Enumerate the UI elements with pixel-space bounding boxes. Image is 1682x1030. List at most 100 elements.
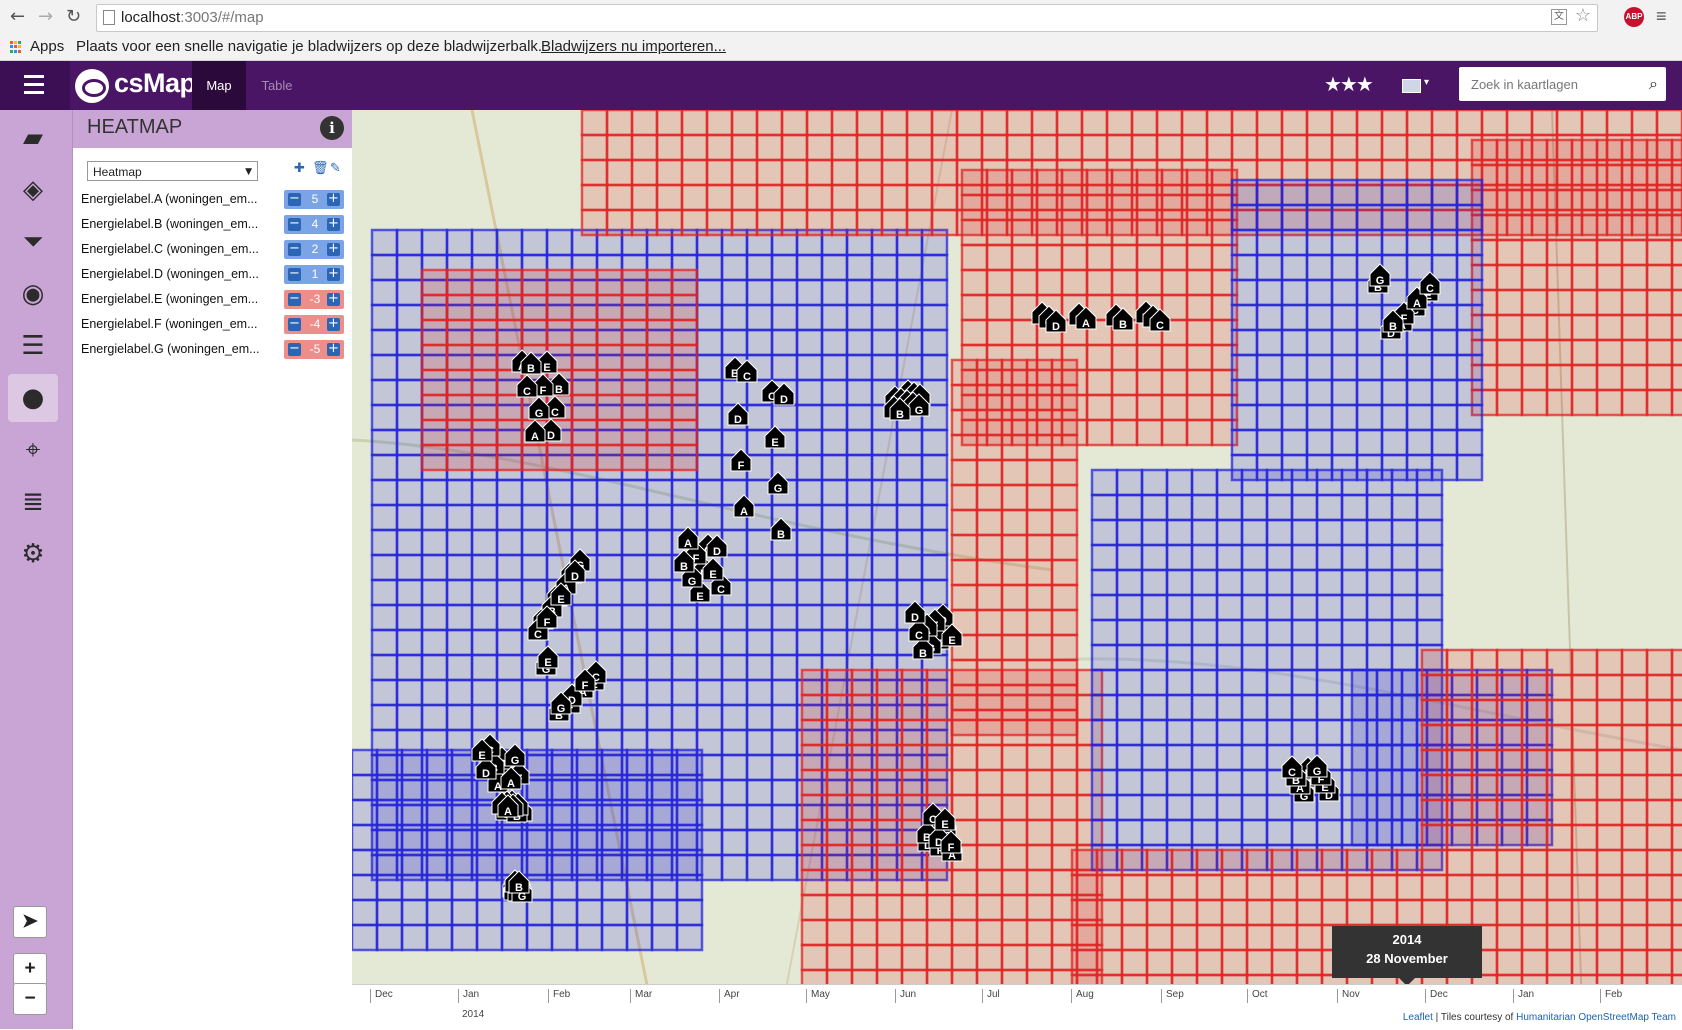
heat-cell-negative xyxy=(1595,898,1624,927)
marker-label: F xyxy=(544,617,551,629)
minus-icon[interactable]: − xyxy=(288,342,301,356)
location-pin-icon[interactable]: ⌖ xyxy=(8,426,58,474)
info-icon[interactable]: i xyxy=(320,116,344,140)
heat-cell-negative xyxy=(1570,673,1599,702)
heat-cell-positive xyxy=(1255,378,1284,407)
heat-cell-positive xyxy=(650,898,679,927)
heat-cell-negative xyxy=(1025,893,1054,922)
heat-cell-negative xyxy=(670,293,699,322)
heat-cell-negative xyxy=(975,843,1004,872)
heat-cell-negative xyxy=(520,318,549,347)
heat-cell-negative xyxy=(1570,948,1599,977)
zoom-out-icon[interactable]: − xyxy=(13,983,47,1015)
reload-icon[interactable]: ↻ xyxy=(66,6,81,27)
heat-cell-positive xyxy=(1240,518,1269,547)
heat-cell-negative xyxy=(1025,818,1054,847)
gear-icon[interactable]: ⚙ xyxy=(8,530,58,578)
zoom-in-icon[interactable]: + xyxy=(13,953,47,985)
heat-cell-negative xyxy=(1220,898,1249,927)
address-bar[interactable]: localhost:3003/#/map 文 ☆ xyxy=(96,4,1598,32)
heat-cell-positive xyxy=(870,503,899,532)
heat-cell-positive xyxy=(570,503,599,532)
map-canvas[interactable]: ABCDEFGABCBCDEFGABCDCDEFGABCDEDEFGABCDEF… xyxy=(352,110,1682,1029)
heat-cell-negative xyxy=(1000,458,1029,487)
sliders-icon[interactable]: ☰ xyxy=(8,322,58,370)
heat-cell-negative xyxy=(755,183,784,212)
tab-map[interactable]: Map xyxy=(192,61,246,110)
heat-cell-positive xyxy=(1140,568,1169,597)
add-icon[interactable]: ✚ xyxy=(294,161,305,176)
heat-cell-positive xyxy=(545,478,574,507)
heat-cell-negative xyxy=(1025,918,1054,947)
plus-icon[interactable]: + xyxy=(327,292,340,306)
url-text[interactable]: localhost:3003/#/map xyxy=(121,9,264,26)
heat-cell-negative xyxy=(1595,188,1624,217)
heat-cell-negative xyxy=(1005,110,1034,137)
import-bookmarks-link[interactable]: Bladwijzers nu importeren... xyxy=(541,38,726,55)
heat-cell-negative xyxy=(1160,193,1189,222)
minus-icon[interactable]: − xyxy=(288,267,301,281)
heat-cell-negative xyxy=(680,158,709,187)
minus-icon[interactable]: − xyxy=(288,292,301,306)
minus-icon[interactable]: − xyxy=(288,317,301,331)
plus-icon[interactable]: + xyxy=(327,342,340,356)
heat-cell-negative xyxy=(1670,898,1682,927)
plus-icon[interactable]: + xyxy=(327,267,340,281)
locate-icon[interactable]: ➤ xyxy=(13,906,47,938)
filter-icon[interactable]: ⏷ xyxy=(8,218,58,266)
heat-cell-positive xyxy=(450,873,479,902)
leaflet-link[interactable]: Leaflet xyxy=(1403,1012,1433,1023)
heat-cell-negative xyxy=(1245,948,1274,977)
heat-cell-positive xyxy=(370,553,399,582)
rating-stars-icon[interactable]: ★★★ xyxy=(1324,72,1374,96)
heat-cell-negative xyxy=(1010,393,1039,422)
search-input[interactable] xyxy=(1469,73,1638,95)
back-icon[interactable]: ← xyxy=(10,6,25,27)
apps-icon[interactable] xyxy=(10,41,22,53)
plus-icon[interactable]: + xyxy=(327,192,340,206)
bookmark-star-icon[interactable]: ☆ xyxy=(1575,5,1591,26)
heat-cell-negative xyxy=(1070,948,1099,977)
search-icon[interactable]: ⌕ xyxy=(1649,74,1658,94)
heat-cell-positive xyxy=(845,453,874,482)
list-icon[interactable]: ≣ xyxy=(8,478,58,526)
heat-cell-positive xyxy=(820,253,849,282)
minus-icon[interactable]: − xyxy=(288,192,301,206)
heat-cell-positive xyxy=(1380,428,1409,457)
heatmap-select[interactable]: Heatmap ▼ xyxy=(87,161,258,181)
timeline[interactable]: Dec Jan Feb Mar Apr May Jun Jul Aug Sep … xyxy=(352,984,1682,1030)
minus-icon[interactable]: − xyxy=(288,242,301,256)
minus-icon[interactable]: − xyxy=(288,217,301,231)
forward-icon[interactable]: → xyxy=(38,6,53,27)
heat-cell-negative xyxy=(605,208,634,237)
heatmap-icon[interactable]: ● xyxy=(8,374,58,422)
edit-icon[interactable]: ✎ xyxy=(330,161,341,176)
heat-cell-positive xyxy=(920,328,949,357)
heat-cell-positive xyxy=(820,578,849,607)
eye-icon[interactable]: ◉ xyxy=(8,270,58,318)
map-icon[interactable]: ▰ xyxy=(8,114,58,162)
plus-icon[interactable]: + xyxy=(327,242,340,256)
language-flag-icon[interactable] xyxy=(1402,79,1421,93)
plus-icon[interactable]: + xyxy=(327,317,340,331)
heat-cell-positive xyxy=(625,923,654,952)
heat-cell-positive xyxy=(620,603,649,632)
heat-cell-negative xyxy=(1670,798,1682,827)
heat-cell-positive xyxy=(395,378,424,407)
adblock-icon[interactable]: ABP xyxy=(1624,7,1644,27)
tiles-provider-link[interactable]: Humanitarian OpenStreetMap Team xyxy=(1516,1012,1676,1023)
browser-menu-icon[interactable]: ≡ xyxy=(1656,6,1667,27)
heat-cell-negative xyxy=(520,443,549,472)
chevron-down-icon[interactable]: ▾ xyxy=(1424,77,1429,88)
apps-link[interactable]: Apps xyxy=(30,38,64,55)
layers-icon[interactable]: ◈ xyxy=(8,166,58,214)
translate-icon[interactable]: 文 xyxy=(1551,9,1567,25)
trash-icon[interactable]: 🗑 xyxy=(312,161,329,176)
tab-table[interactable]: Table xyxy=(252,61,302,110)
heat-cell-negative xyxy=(420,343,449,372)
heat-cell-negative xyxy=(755,133,784,162)
heat-cell-negative xyxy=(1135,418,1164,447)
plus-icon[interactable]: + xyxy=(327,217,340,231)
heat-cell-negative xyxy=(1195,873,1224,902)
hamburger-menu-icon[interactable] xyxy=(0,61,70,110)
